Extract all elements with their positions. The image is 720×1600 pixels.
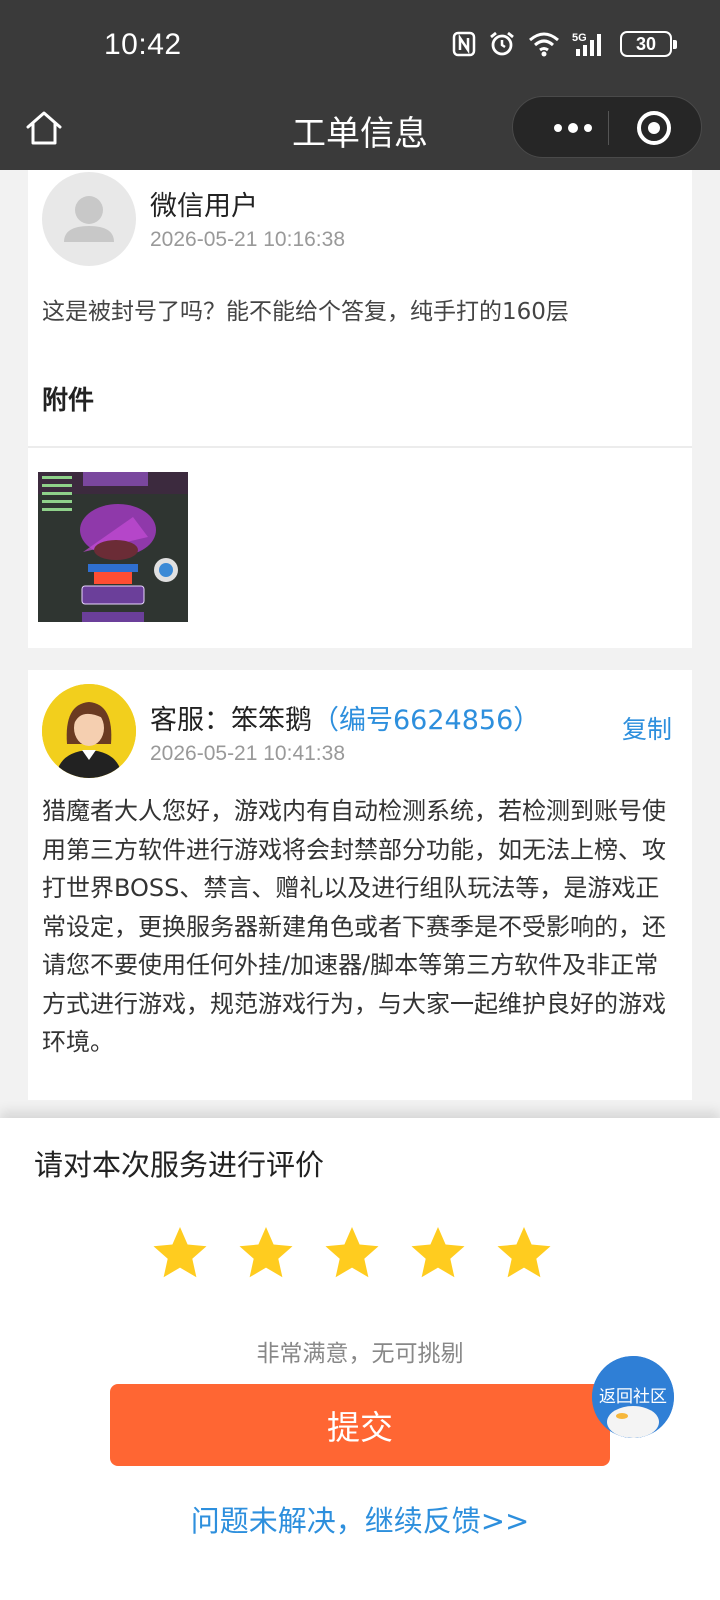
capsule-divider	[608, 111, 609, 145]
star-icon-5[interactable]	[494, 1224, 554, 1284]
nav-bar: 工单信息	[0, 96, 720, 170]
submit-button[interactable]: 提交	[110, 1384, 610, 1466]
rating-title: 请对本次服务进行评价	[34, 1148, 325, 1182]
wifi-icon	[529, 32, 559, 57]
battery-icon: 30	[620, 31, 677, 57]
mini-program-capsule	[512, 96, 702, 158]
avatar	[42, 172, 136, 266]
nfc-icon	[452, 31, 476, 57]
agent-avatar-icon	[42, 684, 136, 778]
continue-feedback-link[interactable]: 问题未解决，继续反馈>>	[0, 1498, 720, 1540]
agent-avatar	[42, 684, 136, 778]
svg-text:5G: 5G	[572, 32, 587, 44]
agent-reply-card: 客服：笨笨鹅（编号6624856） 复制 2026-05-21 10:41:38…	[28, 670, 692, 1100]
star-icon-2[interactable]	[236, 1224, 296, 1284]
agent-reply-text: 猎魔者大人您好，游戏内有自动检测系统，若检测到账号使用第三方软件进行游戏将会封禁…	[42, 797, 666, 1056]
battery-level: 30	[635, 33, 657, 54]
back-to-community-button[interactable]: 返回社区	[592, 1356, 674, 1438]
attachment-thumbnail[interactable]	[38, 472, 188, 622]
user-message-card: 微信用户 2026-05-21 10:16:38 这是被封号了吗？能不能给个答复…	[28, 170, 692, 446]
user-name: 微信用户	[150, 191, 258, 222]
attachment-title: 附件	[42, 386, 95, 416]
alarm-icon	[490, 31, 514, 56]
game-screenshot-image	[38, 472, 188, 622]
default-user-icon	[64, 196, 114, 242]
user-message-text: 这是被封号了吗？能不能给个答复，纯手打的160层	[42, 299, 569, 325]
star-rating	[150, 1224, 554, 1284]
agent-reply-time: 2026-05-21 10:41:38	[150, 742, 345, 765]
status-time: 10:42	[104, 28, 182, 61]
status-bar: 10:42 5G 30	[0, 0, 720, 96]
target-icon[interactable]	[637, 111, 671, 145]
agent-name-label: 客服：笨笨鹅	[150, 705, 312, 736]
status-icons: 5G 30	[452, 30, 677, 58]
star-icon-3[interactable]	[322, 1224, 382, 1284]
more-icon[interactable]	[541, 115, 605, 141]
signal-icon: 5G	[572, 32, 601, 56]
attachment-card	[28, 446, 692, 648]
star-icon-4[interactable]	[408, 1224, 468, 1284]
copy-button[interactable]: 复制	[622, 710, 672, 746]
back-to-community-label: 返回社区	[599, 1387, 667, 1407]
user-message-time: 2026-05-21 10:16:38	[150, 228, 345, 251]
star-icon-1[interactable]	[150, 1224, 210, 1284]
agent-name: 客服：笨笨鹅（编号6624856）	[150, 698, 540, 737]
agent-code: （编号6624856）	[312, 705, 541, 736]
